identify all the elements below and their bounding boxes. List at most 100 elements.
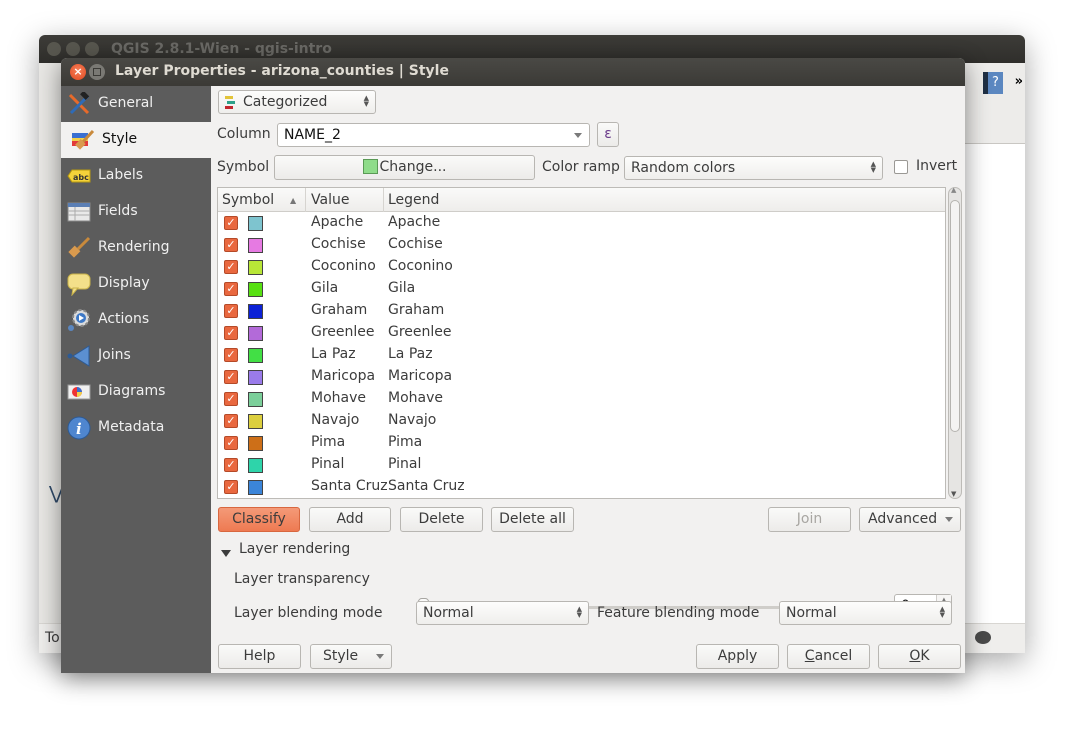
table-row[interactable]: ✓ Graham Graham <box>218 300 945 322</box>
category-value[interactable]: Cochise <box>311 236 366 252</box>
table-row[interactable]: ✓ Gila Gila <box>218 278 945 300</box>
layer-blend-select[interactable]: Normal ▲ ▼ <box>416 601 589 625</box>
renderer-type-select[interactable]: Categorized ▲ ▼ <box>218 90 376 114</box>
table-row[interactable]: ✓ Apache Apache <box>218 212 945 234</box>
symbol-swatch[interactable] <box>248 238 263 253</box>
close-icon[interactable]: × <box>70 64 86 80</box>
category-value[interactable]: La Paz <box>311 346 356 362</box>
table-row[interactable]: ✓ La Paz La Paz <box>218 344 945 366</box>
category-legend[interactable]: Gila <box>388 280 415 296</box>
join-button[interactable]: Join <box>768 507 851 532</box>
category-checkbox[interactable]: ✓ <box>224 304 238 318</box>
delete-all-button[interactable]: Delete all <box>491 507 574 532</box>
help-book-icon[interactable]: ? <box>983 72 1003 94</box>
category-value[interactable]: Gila <box>311 280 338 296</box>
table-row[interactable]: ✓ Pinal Pinal <box>218 454 945 476</box>
table-scrollbar[interactable]: ▲ ▼ <box>948 186 962 499</box>
messages-bubble-icon[interactable] <box>975 631 991 644</box>
category-checkbox[interactable]: ✓ <box>224 458 238 472</box>
category-legend[interactable]: Cochise <box>388 236 443 252</box>
sidebar-item-display[interactable]: Display <box>61 266 211 302</box>
invert-checkbox[interactable] <box>894 160 908 174</box>
column-select[interactable]: NAME_2 <box>277 123 590 147</box>
category-legend[interactable]: La Paz <box>388 346 433 362</box>
symbol-swatch[interactable] <box>248 216 263 231</box>
category-legend[interactable]: Maricopa <box>388 368 452 384</box>
table-row[interactable]: ✓ Coconino Coconino <box>218 256 945 278</box>
sidebar-item-style[interactable]: Style <box>61 122 211 158</box>
category-legend[interactable]: Santa Cruz <box>388 478 465 494</box>
symbol-swatch[interactable] <box>248 348 263 363</box>
category-value[interactable]: Apache <box>311 214 363 230</box>
category-value[interactable]: Pinal <box>311 456 344 472</box>
classify-button[interactable]: Classify <box>218 507 300 532</box>
style-menu-button[interactable]: Style <box>310 644 392 669</box>
category-legend[interactable]: Greenlee <box>388 324 452 340</box>
header-value[interactable]: Value <box>311 192 349 208</box>
maximize-icon[interactable] <box>89 64 105 80</box>
category-value[interactable]: Pima <box>311 434 345 450</box>
category-checkbox[interactable]: ✓ <box>224 282 238 296</box>
add-button[interactable]: Add <box>309 507 391 532</box>
category-checkbox[interactable]: ✓ <box>224 348 238 362</box>
category-legend[interactable]: Navajo <box>388 412 436 428</box>
sidebar-item-actions[interactable]: Actions <box>61 302 211 338</box>
category-value[interactable]: Santa Cruz <box>311 478 388 494</box>
category-legend[interactable]: Pinal <box>388 456 421 472</box>
sidebar-item-metadata[interactable]: i Metadata <box>61 410 211 446</box>
table-row[interactable]: ✓ Greenlee Greenlee <box>218 322 945 344</box>
collapse-triangle-icon[interactable] <box>221 545 231 561</box>
table-row[interactable]: ✓ Mohave Mohave <box>218 388 945 410</box>
symbol-swatch[interactable] <box>248 260 263 275</box>
background-map-canvas[interactable] <box>961 143 1025 623</box>
category-checkbox[interactable]: ✓ <box>224 326 238 340</box>
toolbar-overflow-icon[interactable]: » <box>1015 74 1023 89</box>
symbol-swatch[interactable] <box>248 326 263 341</box>
sidebar-item-general[interactable]: General <box>61 86 211 122</box>
scroll-down-icon[interactable]: ▼ <box>951 490 956 498</box>
category-value[interactable]: Mohave <box>311 390 366 406</box>
scrollbar-thumb[interactable] <box>950 200 960 432</box>
category-checkbox[interactable]: ✓ <box>224 436 238 450</box>
sidebar-item-diagrams[interactable]: Diagrams <box>61 374 211 410</box>
category-value[interactable]: Navajo <box>311 412 359 428</box>
symbol-swatch[interactable] <box>248 304 263 319</box>
delete-button[interactable]: Delete <box>400 507 483 532</box>
category-checkbox[interactable]: ✓ <box>224 414 238 428</box>
table-row[interactable]: ✓ Pima Pima <box>218 432 945 454</box>
category-checkbox[interactable]: ✓ <box>224 216 238 230</box>
category-value[interactable]: Greenlee <box>311 324 375 340</box>
symbol-change-button[interactable]: Change... <box>274 155 535 180</box>
categories-table[interactable]: Symbol ▲ Value Legend ✓ Apache Apache ✓ Coch… <box>217 187 946 499</box>
apply-button[interactable]: Apply <box>696 644 779 669</box>
table-row[interactable]: ✓ Santa Cruz Santa Cruz <box>218 476 945 498</box>
feature-blend-select[interactable]: Normal ▲ ▼ <box>779 601 952 625</box>
symbol-swatch[interactable] <box>248 458 263 473</box>
category-checkbox[interactable]: ✓ <box>224 480 238 494</box>
category-checkbox[interactable]: ✓ <box>224 260 238 274</box>
cancel-button[interactable]: Cancel <box>787 644 870 669</box>
symbol-swatch[interactable] <box>248 370 263 385</box>
table-row[interactable]: ✓ Cochise Cochise <box>218 234 945 256</box>
bg-maximize-button[interactable] <box>85 42 99 56</box>
category-legend[interactable]: Apache <box>388 214 440 230</box>
bg-close-button[interactable] <box>47 42 61 56</box>
category-value[interactable]: Graham <box>311 302 367 318</box>
symbol-swatch[interactable] <box>248 436 263 451</box>
sidebar-item-joins[interactable]: Joins <box>61 338 211 374</box>
category-checkbox[interactable]: ✓ <box>224 238 238 252</box>
symbol-swatch[interactable] <box>248 282 263 297</box>
table-row[interactable]: ✓ Navajo Navajo <box>218 410 945 432</box>
ok-button[interactable]: OK <box>878 644 961 669</box>
scroll-up-icon[interactable]: ▲ <box>951 186 956 194</box>
layer-rendering-title[interactable]: Layer rendering <box>239 541 350 557</box>
category-checkbox[interactable]: ✓ <box>224 392 238 406</box>
category-legend[interactable]: Coconino <box>388 258 453 274</box>
category-checkbox[interactable]: ✓ <box>224 370 238 384</box>
symbol-swatch[interactable] <box>248 392 263 407</box>
category-value[interactable]: Coconino <box>311 258 376 274</box>
sidebar-item-labels[interactable]: abc Labels <box>61 158 211 194</box>
category-legend[interactable]: Mohave <box>388 390 443 406</box>
symbol-swatch[interactable] <box>248 414 263 429</box>
category-legend[interactable]: Pima <box>388 434 422 450</box>
